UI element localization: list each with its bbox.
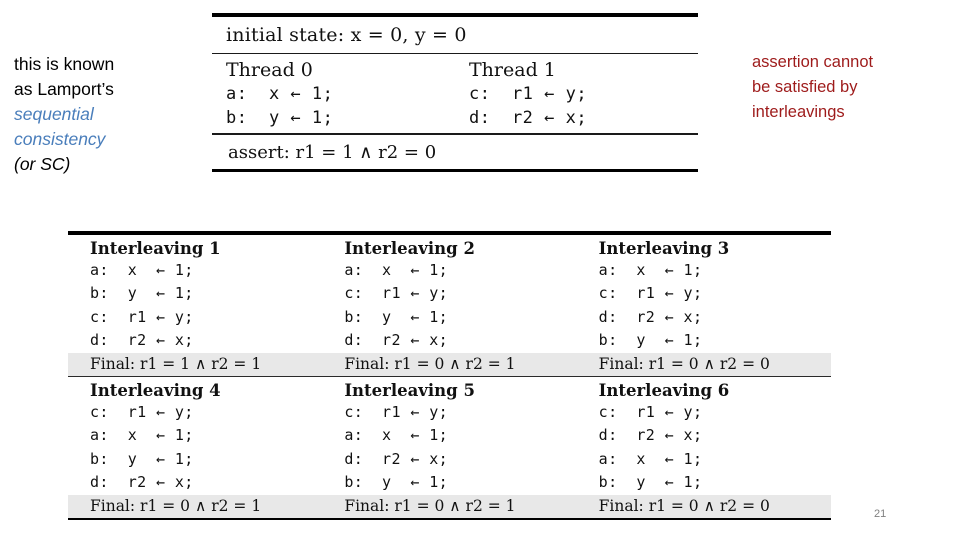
right-note-line-2: be satisfied by bbox=[752, 78, 858, 96]
program-table-bottom-rule bbox=[212, 168, 698, 172]
interleaving-4-title: Interleaving 4 bbox=[90, 380, 221, 400]
left-note-line-5: (or SC) bbox=[14, 154, 71, 174]
interleaving-2-step-4: d: r2 ← x; bbox=[344, 331, 449, 350]
interleaving-2-step-3: b: y ← 1; bbox=[344, 307, 449, 326]
interleaving-6-title: Interleaving 6 bbox=[598, 380, 730, 400]
interleaving-1-step-3: c: r1 ← y; bbox=[90, 307, 194, 326]
interleaving-1-step-1: a: x ← 1; bbox=[90, 260, 194, 279]
thread-1-column: Thread 1 c: r1 ← y; d: r2 ← x; bbox=[455, 59, 698, 130]
interleaving-1-title: Interleaving 1 bbox=[90, 238, 221, 258]
interleaving-5-title: Interleaving 5 bbox=[344, 380, 475, 400]
interleaving-4-step-1: c: r1 ← y; bbox=[90, 402, 194, 421]
interleavings-row-2-final-band: Final: r1 = 0 ∧ r2 = 1 Final: r1 = 0 ∧ r… bbox=[68, 494, 831, 518]
interleaving-5-step-2: a: x ← 1; bbox=[344, 426, 449, 445]
interleavings-row-2-columns: Interleaving 4 c: r1 ← y; a: x ← 1; b: y… bbox=[68, 377, 831, 495]
initial-state-row: initial state: x = 0, y = 0 bbox=[226, 24, 467, 46]
interleaving-4-step-2: a: x ← 1; bbox=[90, 426, 194, 445]
interleaving-3-final: Final: r1 = 0 ∧ r2 = 0 bbox=[598, 354, 770, 373]
interleaving-2-cell: Interleaving 2 a: x ← 1; c: r1 ← y; b: y… bbox=[322, 238, 576, 353]
interleaving-4-cell: Interleaving 4 c: r1 ← y; a: x ← 1; b: y… bbox=[68, 380, 322, 495]
interleavings-row-1-final-band: Final: r1 = 1 ∧ r2 = 1 Final: r1 = 0 ∧ r… bbox=[68, 352, 831, 376]
right-annotation-note: assertion cannot be satisfied by interle… bbox=[752, 50, 952, 125]
left-note-line-4: consistency bbox=[14, 129, 106, 149]
interleaving-6-step-2: d: r2 ← x; bbox=[598, 426, 703, 445]
interleaving-3-step-4: b: y ← 1; bbox=[598, 331, 703, 350]
interleaving-2-step-2: c: r1 ← y; bbox=[344, 284, 449, 303]
interleavings-row-1-columns: Interleaving 1 a: x ← 1; b: y ← 1; c: r1… bbox=[68, 235, 831, 353]
interleaving-1-cell: Interleaving 1 a: x ← 1; b: y ← 1; c: r1… bbox=[68, 238, 322, 353]
thread-0-statement-b: b: y ← 1; bbox=[226, 108, 334, 129]
left-note-line-1: this is known bbox=[14, 54, 115, 74]
interleaving-1-step-2: b: y ← 1; bbox=[90, 284, 194, 303]
interleaving-5-step-4: b: y ← 1; bbox=[344, 473, 449, 492]
interleaving-6-final: Final: r1 = 0 ∧ r2 = 0 bbox=[598, 496, 770, 515]
thread-0-header: Thread 0 bbox=[226, 59, 313, 82]
interleaving-3-cell: Interleaving 3 a: x ← 1; c: r1 ← y; d: r… bbox=[577, 238, 831, 353]
thread-1-statement-c: c: r1 ← y; bbox=[469, 84, 588, 105]
thread-0-statement-a: a: x ← 1; bbox=[226, 84, 334, 105]
page-number: 21 bbox=[874, 508, 887, 520]
interleavings-row-1: Interleaving 1 a: x ← 1; b: y ← 1; c: r1… bbox=[68, 235, 831, 376]
right-note-line-1: assertion cannot bbox=[752, 53, 874, 71]
interleavings-table: Interleaving 1 a: x ← 1; b: y ← 1; c: r1… bbox=[68, 231, 831, 520]
left-annotation-note: this is known as Lamport’s sequential co… bbox=[14, 52, 204, 177]
interleaving-6-step-3: a: x ← 1; bbox=[598, 449, 703, 468]
left-note-line-2: as Lamport’s bbox=[14, 79, 114, 99]
interleaving-3-step-2: c: r1 ← y; bbox=[598, 284, 703, 303]
interleavings-bottom-rule bbox=[68, 517, 831, 520]
interleaving-6-step-1: c: r1 ← y; bbox=[598, 402, 703, 421]
interleaving-5-cell: Interleaving 5 c: r1 ← y; a: x ← 1; d: r… bbox=[322, 380, 576, 495]
thread-1-header: Thread 1 bbox=[469, 59, 556, 82]
interleaving-3-title: Interleaving 3 bbox=[598, 238, 730, 258]
thread-1-statement-d: d: r2 ← x; bbox=[469, 108, 588, 129]
interleaving-5-final: Final: r1 = 0 ∧ r2 = 1 bbox=[344, 496, 516, 515]
thread-0-column: Thread 0 a: x ← 1; b: y ← 1; bbox=[212, 59, 455, 130]
interleaving-6-step-4: b: y ← 1; bbox=[598, 473, 703, 492]
interleaving-1-final: Final: r1 = 1 ∧ r2 = 1 bbox=[90, 354, 262, 373]
program-table: initial state: x = 0, y = 0 Thread 0 a: … bbox=[212, 13, 698, 172]
right-note-line-3: interleavings bbox=[752, 103, 845, 121]
left-note-line-3: sequential bbox=[14, 104, 94, 124]
interleaving-2-step-1: a: x ← 1; bbox=[344, 260, 449, 279]
interleaving-3-step-1: a: x ← 1; bbox=[598, 260, 703, 279]
interleaving-1-step-4: d: r2 ← x; bbox=[90, 331, 194, 350]
interleaving-4-final: Final: r1 = 0 ∧ r2 = 1 bbox=[90, 496, 262, 515]
interleaving-4-step-3: b: y ← 1; bbox=[90, 449, 194, 468]
interleaving-5-step-1: c: r1 ← y; bbox=[344, 402, 449, 421]
interleaving-4-step-4: d: r2 ← x; bbox=[90, 473, 194, 492]
assertion-row: assert: r1 = 1 ∧ r2 = 0 bbox=[228, 141, 437, 163]
interleaving-2-title: Interleaving 2 bbox=[344, 238, 475, 258]
interleaving-5-step-3: d: r2 ← x; bbox=[344, 449, 449, 468]
interleaving-3-step-3: d: r2 ← x; bbox=[598, 307, 703, 326]
interleavings-row-2: Interleaving 4 c: r1 ← y; a: x ← 1; b: y… bbox=[68, 377, 831, 518]
interleaving-2-final: Final: r1 = 0 ∧ r2 = 1 bbox=[344, 354, 516, 373]
interleaving-6-cell: Interleaving 6 c: r1 ← y; d: r2 ← x; a: … bbox=[577, 380, 831, 495]
thread-columns: Thread 0 a: x ← 1; b: y ← 1; Thread 1 c:… bbox=[212, 54, 698, 133]
